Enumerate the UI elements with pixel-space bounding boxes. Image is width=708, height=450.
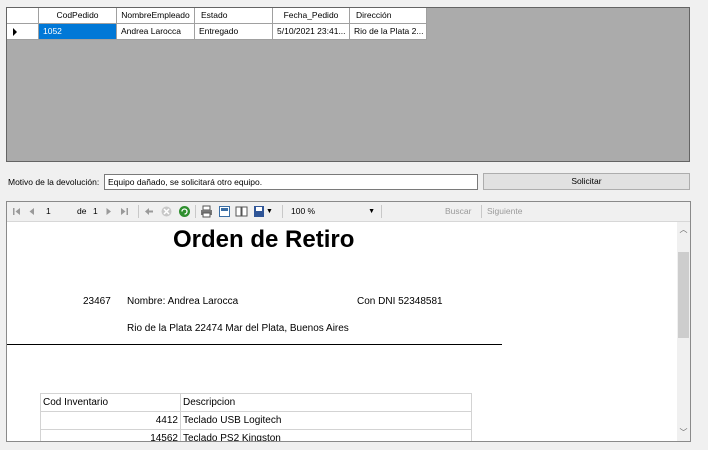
- page-setup-icon[interactable]: [235, 205, 248, 218]
- item-code: 14562: [40, 429, 181, 441]
- column-header-nombreempleado[interactable]: NombreEmpleado: [117, 8, 195, 24]
- cell-nombreempleado[interactable]: Andrea Larocca: [117, 24, 195, 40]
- find-link[interactable]: Buscar: [445, 205, 471, 218]
- toolbar-divider: [381, 205, 382, 218]
- stop-icon[interactable]: [160, 205, 173, 218]
- print-icon[interactable]: [200, 205, 213, 218]
- report-viewer: 1 de 1 ▼ 100 % ▼ Buscar Siguiente Orden …: [6, 201, 691, 442]
- report-employee-name: Nombre: Andrea Larocca: [127, 296, 239, 307]
- total-pages: 1: [93, 206, 98, 216]
- table-row: 4412 Teclado USB Logitech: [40, 411, 472, 430]
- report-title: Orden de Retiro: [173, 226, 355, 253]
- cell-fecha-pedido[interactable]: 5/10/2021 23:41...: [273, 24, 350, 40]
- export-dropdown-icon[interactable]: ▼: [266, 205, 273, 218]
- column-header-fecha-pedido[interactable]: Fecha_Pedido: [273, 8, 350, 24]
- first-page-icon[interactable]: [10, 205, 23, 218]
- table-row[interactable]: 1052 Andrea Larocca Entregado 5/10/2021 …: [7, 24, 427, 40]
- table-header-row: Cod Inventario Descripcion: [40, 393, 472, 412]
- column-header-cod-inventario: Cod Inventario: [40, 393, 181, 412]
- scrollbar-thumb[interactable]: [678, 252, 689, 338]
- next-page-icon[interactable]: [102, 205, 115, 218]
- find-text-input[interactable]: [387, 205, 437, 218]
- current-row-arrow-icon: [13, 28, 17, 36]
- vertical-scrollbar[interactable]: ︿ ﹀: [677, 222, 690, 441]
- table-row: 14562 Teclado PS2 Kingston: [40, 429, 472, 441]
- row-header-corner: [7, 8, 39, 24]
- column-header-estado[interactable]: Estado: [195, 8, 273, 24]
- previous-page-icon[interactable]: [25, 205, 38, 218]
- column-header-descripcion: Descripcion: [180, 393, 472, 412]
- orders-grid[interactable]: CodPedido NombreEmpleado Estado Fecha_Pe…: [6, 7, 690, 162]
- find-next-link[interactable]: Siguiente: [487, 205, 522, 218]
- request-button[interactable]: Solicitar: [483, 173, 690, 190]
- zoom-select[interactable]: 100 % ▼: [289, 205, 377, 218]
- zoom-value: 100 %: [291, 206, 316, 216]
- back-icon[interactable]: [142, 205, 155, 218]
- grid-header-row: CodPedido NombreEmpleado Estado Fecha_Pe…: [7, 8, 427, 24]
- last-page-icon[interactable]: [118, 205, 131, 218]
- toolbar-divider: [481, 205, 482, 218]
- refresh-icon[interactable]: [178, 205, 191, 218]
- scroll-down-icon[interactable]: ﹀: [678, 427, 689, 439]
- cell-estado[interactable]: Entregado: [195, 24, 273, 40]
- inventory-table: Cod Inventario Descripcion 4412 Teclado …: [40, 393, 472, 441]
- item-description: Teclado PS2 Kingston: [180, 429, 472, 441]
- report-id: 23467: [83, 296, 111, 307]
- report-dni: Con DNI 52348581: [357, 296, 443, 307]
- reason-label: Motivo de la devolución:: [8, 177, 100, 187]
- reason-input[interactable]: [104, 174, 478, 190]
- scroll-up-icon[interactable]: ︿: [678, 224, 689, 236]
- cell-codpedido[interactable]: 1052: [39, 24, 117, 40]
- report-divider: [7, 344, 502, 345]
- item-description: Teclado USB Logitech: [180, 411, 472, 430]
- zoom-dropdown-icon: ▼: [368, 208, 375, 215]
- current-page-number[interactable]: 1: [46, 205, 51, 218]
- toolbar-divider: [195, 205, 196, 218]
- toolbar-divider: [138, 205, 139, 218]
- column-header-codpedido[interactable]: CodPedido: [39, 8, 117, 24]
- report-address: Rio de la Plata 22474 Mar del Plata, Bue…: [127, 323, 349, 334]
- item-code: 4412: [40, 411, 181, 430]
- report-page: Orden de Retiro 23467 Nombre: Andrea Lar…: [7, 222, 677, 441]
- column-header-direccion[interactable]: Dirección: [350, 8, 427, 24]
- cell-direccion[interactable]: Rio de la Plata 2...: [350, 24, 427, 40]
- row-selector[interactable]: [7, 24, 39, 40]
- report-toolbar: 1 de 1 ▼ 100 % ▼ Buscar Siguiente: [7, 202, 690, 222]
- page-of-label: de: [77, 206, 87, 216]
- toolbar-divider: [282, 205, 283, 218]
- print-layout-icon[interactable]: [218, 205, 231, 218]
- export-icon[interactable]: [253, 205, 266, 218]
